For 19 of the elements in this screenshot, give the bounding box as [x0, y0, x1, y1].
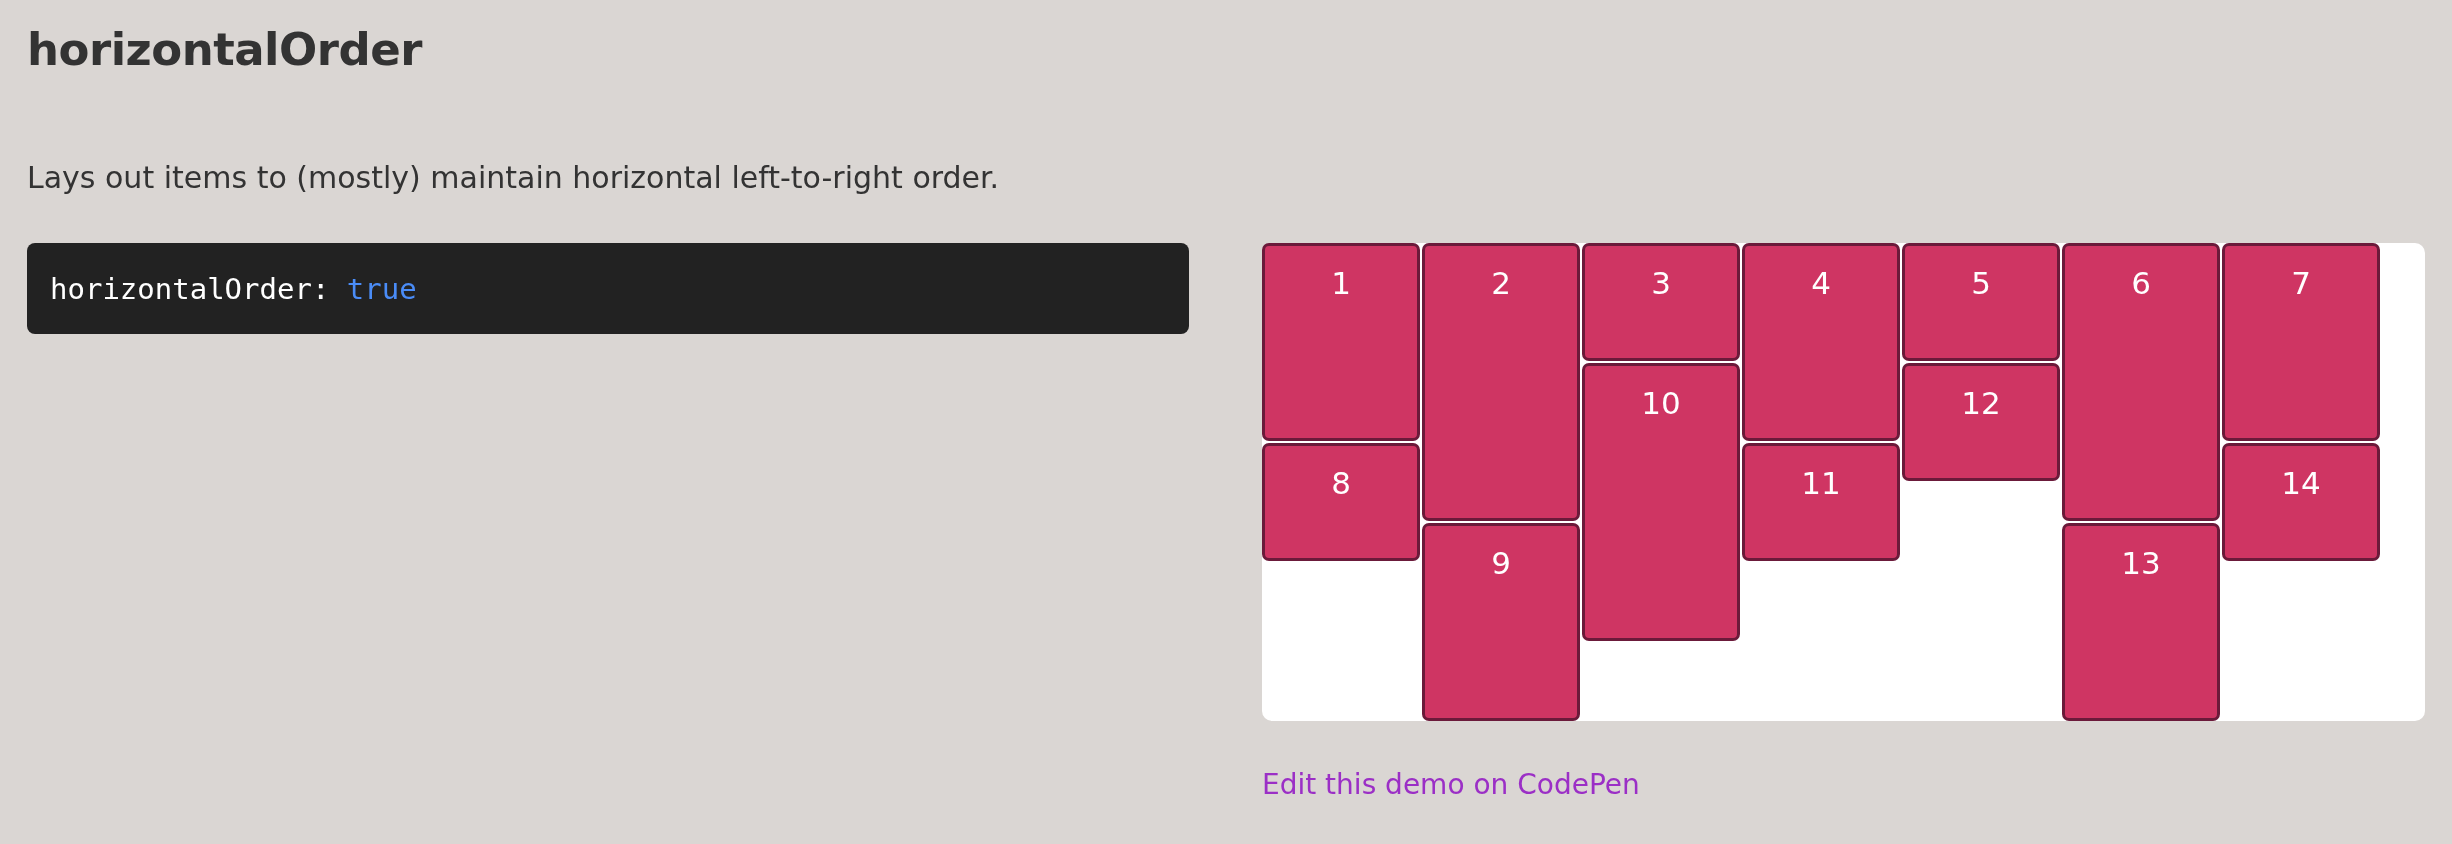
grid-item: 10	[1582, 363, 1740, 641]
grid-item: 5	[1902, 243, 2060, 361]
grid-item: 3	[1582, 243, 1740, 361]
grid-item: 9	[1422, 523, 1580, 721]
grid-item: 4	[1742, 243, 1900, 441]
code-value: true	[346, 271, 417, 306]
grid-item: 13	[2062, 523, 2220, 721]
edit-demo-link[interactable]: Edit this demo on CodePen	[1262, 767, 1640, 803]
grid-item: 12	[1902, 363, 2060, 481]
code-property: horizontalOrder:	[50, 271, 330, 306]
grid-item: 1	[1262, 243, 1420, 441]
grid-item: 8	[1262, 443, 1420, 561]
grid-item: 14	[2222, 443, 2380, 561]
description-text: Lays out items to (mostly) maintain horizontal left-to-right order.	[27, 159, 1000, 197]
grid-item: 2	[1422, 243, 1580, 521]
grid-item: 7	[2222, 243, 2380, 441]
grid-item: 6	[2062, 243, 2220, 521]
grid-item: 11	[1742, 443, 1900, 561]
page-title: horizontalOrder	[27, 22, 422, 78]
